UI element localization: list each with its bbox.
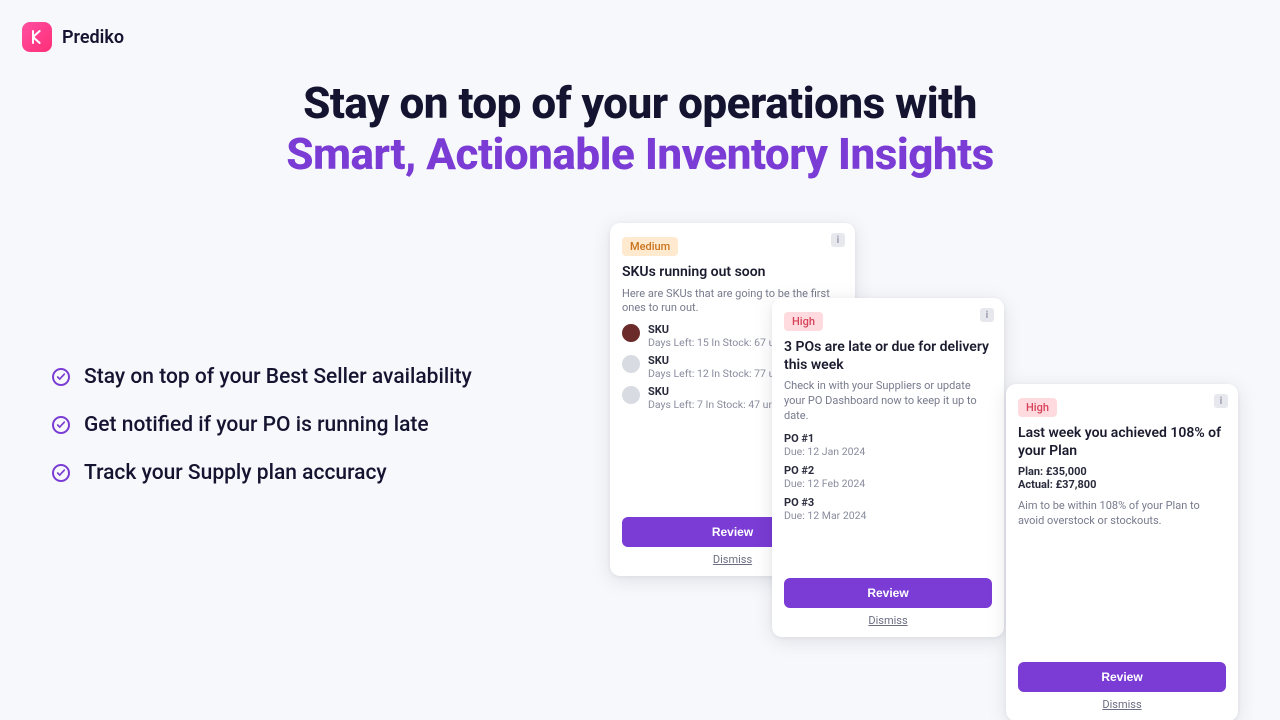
insight-card-plan: i High Last week you achieved 108% of yo… [1006, 384, 1238, 720]
info-icon[interactable]: i [831, 233, 845, 247]
priority-badge-medium: Medium [622, 237, 678, 256]
brand-name: Prediko [62, 27, 124, 48]
feature-item: Track your Supply plan accuracy [52, 461, 572, 485]
sku-subtext: Days Left: 7 In Stock: 47 units [648, 398, 786, 411]
dismiss-link[interactable]: Dismiss [1018, 698, 1226, 711]
actual-value: Actual: £37,800 [1018, 478, 1226, 491]
feature-text: Stay on top of your Best Seller availabi… [84, 365, 472, 389]
info-icon[interactable]: i [980, 308, 994, 322]
info-icon[interactable]: i [1214, 394, 1228, 408]
sku-label: SKU [648, 386, 786, 398]
check-circle-icon [52, 416, 70, 434]
brand-logo-mark [22, 22, 52, 52]
list-item: PO #3 Due: 12 Mar 2024 [784, 496, 992, 522]
sku-subtext: Days Left: 15 In Stock: 67 units [648, 336, 792, 349]
priority-badge-high: High [784, 312, 823, 331]
sku-thumbnail [622, 386, 640, 404]
card-title: SKUs running out soon [622, 264, 843, 282]
list-item: PO #1 Due: 12 Jan 2024 [784, 432, 992, 458]
headline-line1: Stay on top of your operations with [303, 77, 977, 129]
list-item: PO #2 Due: 12 Feb 2024 [784, 464, 992, 490]
sku-label: SKU [648, 355, 792, 367]
po-subtext: Due: 12 Mar 2024 [784, 509, 992, 522]
dismiss-link[interactable]: Dismiss [784, 614, 992, 627]
feature-list: Stay on top of your Best Seller availabi… [52, 365, 572, 509]
sku-label: SKU [648, 324, 792, 336]
review-button[interactable]: Review [1018, 662, 1226, 692]
card-description: Aim to be within 108% of your Plan to av… [1018, 499, 1226, 529]
priority-badge-high: High [1018, 398, 1057, 417]
po-subtext: Due: 12 Feb 2024 [784, 477, 992, 490]
headline-line2: Smart, Actionable Inventory Insights [286, 128, 994, 180]
feature-text: Track your Supply plan accuracy [84, 461, 387, 485]
check-circle-icon [52, 368, 70, 386]
review-button[interactable]: Review [784, 578, 992, 608]
po-subtext: Due: 12 Jan 2024 [784, 445, 992, 458]
card-title: Last week you achieved 108% of your Plan [1018, 425, 1226, 460]
feature-item: Stay on top of your Best Seller availabi… [52, 365, 572, 389]
brand-logo: Prediko [22, 22, 124, 52]
card-description: Check in with your Suppliers or update y… [784, 379, 992, 424]
brand-logo-glyph-icon [29, 29, 45, 45]
po-label: PO #2 [784, 464, 992, 477]
check-circle-icon [52, 464, 70, 482]
po-label: PO #1 [784, 432, 992, 445]
po-label: PO #3 [784, 496, 992, 509]
sku-subtext: Days Left: 12 In Stock: 77 units [648, 367, 792, 380]
card-title: 3 POs are late or due for delivery this … [784, 339, 992, 374]
page-headline: Stay on top of your operations with Smar… [0, 78, 1280, 179]
insight-card-pos: i High 3 POs are late or due for deliver… [772, 298, 1004, 637]
sku-thumbnail [622, 324, 640, 342]
feature-item: Get notified if your PO is running late [52, 413, 572, 437]
sku-thumbnail [622, 355, 640, 373]
plan-value: Plan: £35,000 [1018, 465, 1226, 478]
feature-text: Get notified if your PO is running late [84, 413, 429, 437]
